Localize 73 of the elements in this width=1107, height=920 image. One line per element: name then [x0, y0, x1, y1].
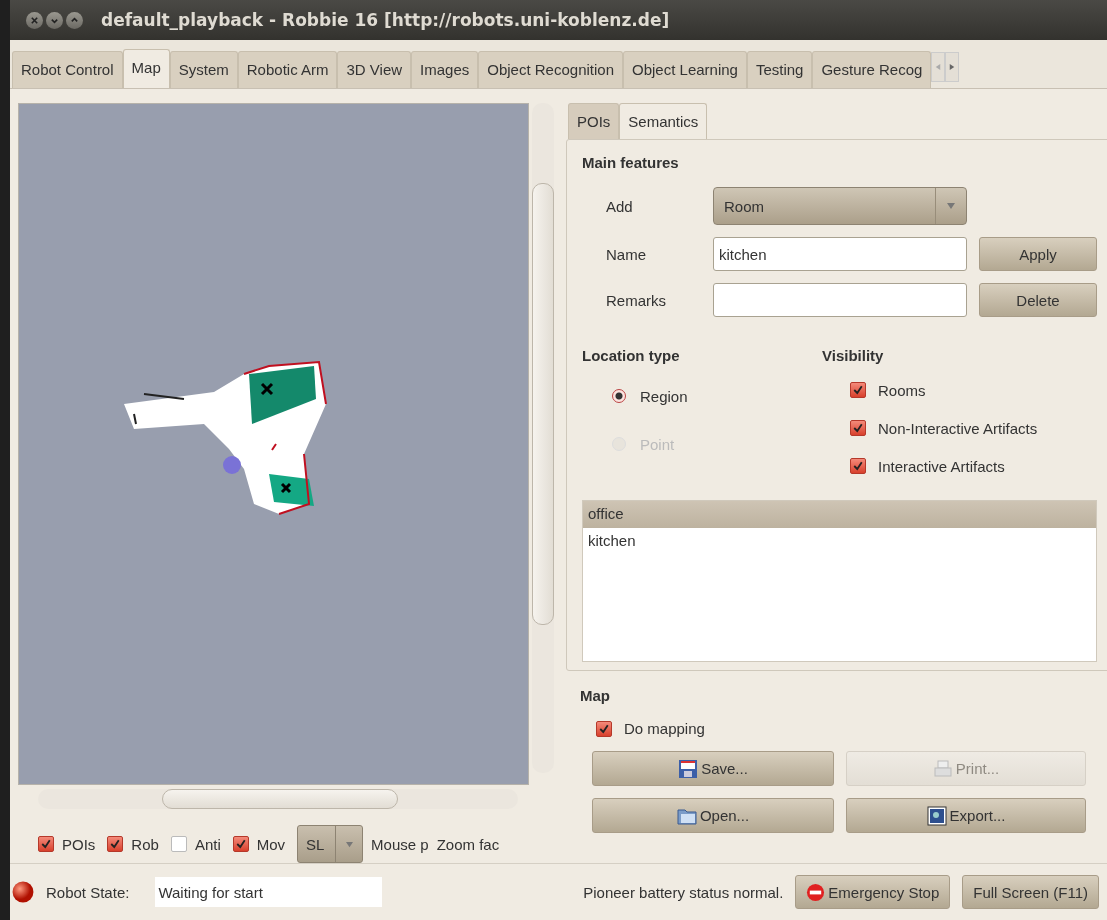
checkbox-label: Anti [194, 835, 221, 853]
caret-icon [344, 840, 354, 848]
window-title: default_playback - Robbie 16 [http://robots.uni-koblenz.de] [101, 10, 670, 30]
section-heading: Main features [582, 154, 680, 171]
checkbox[interactable] [38, 836, 54, 852]
tab[interactable]: Map [122, 49, 170, 88]
tab-scroll-right-button[interactable] [945, 52, 960, 82]
mouse-position-label: Mouse p [371, 835, 429, 853]
field-label: Name [606, 245, 647, 263]
export-button[interactable]: Export... [846, 798, 1086, 833]
tab[interactable]: 3D View [337, 51, 412, 88]
checkbox[interactable] [850, 420, 866, 436]
horizontal-scrollbar[interactable] [38, 789, 518, 809]
checkbox[interactable] [850, 382, 866, 398]
zoom-factor-label: Zoom fac [436, 835, 500, 853]
mode-dropdown[interactable]: SL [297, 825, 364, 863]
field-label: Add [606, 197, 634, 215]
delete-button[interactable]: Delete [979, 283, 1097, 317]
checkbox[interactable] [850, 458, 866, 474]
robot-state-field: Waiting for start [155, 877, 383, 907]
checkbox-label: POIs [62, 835, 96, 853]
field-label: Remarks [606, 291, 667, 309]
triangle-left-icon [935, 63, 942, 71]
name-input[interactable]: kitchen [713, 237, 967, 271]
triangle-right-icon [949, 63, 956, 71]
tab[interactable]: Gesture Recog [812, 51, 932, 88]
emergency-stop-button[interactable]: Emergency Stop [795, 875, 951, 909]
minimize-button[interactable] [46, 11, 63, 29]
printer-icon [932, 758, 953, 779]
checkbox[interactable] [232, 836, 249, 852]
chevron-up-icon [70, 15, 79, 25]
checkbox-label: Non-Interactive Artifacts [878, 419, 1038, 437]
checkbox[interactable] [596, 720, 612, 737]
battery-status-text: Pioneer battery status normal. [583, 883, 784, 901]
full-screen-button[interactable]: Full Screen (F11) [962, 875, 1099, 909]
stop-icon [806, 882, 826, 902]
tab[interactable]: Testing [746, 51, 813, 88]
open-button[interactable]: Open... [592, 798, 834, 833]
checkbox-label: Mov [256, 835, 286, 853]
section-heading: Map [580, 687, 611, 704]
apply-button[interactable]: Apply [979, 237, 1097, 271]
radio-label: Region [640, 387, 688, 405]
close-button[interactable] [26, 11, 43, 29]
type-dropdown[interactable]: Room [713, 187, 967, 225]
checkbox-label: Do mapping [624, 720, 705, 737]
checkbox-label: Rooms [878, 381, 926, 399]
status-light-icon [12, 881, 34, 903]
list-item[interactable]: kitchen [583, 528, 1096, 555]
save-button[interactable]: Save... [592, 751, 834, 786]
tab[interactable]: Robot Control [12, 51, 123, 88]
tab[interactable]: Robotic Arm [237, 51, 338, 88]
checkbox[interactable] [170, 836, 187, 852]
close-icon [30, 15, 39, 25]
tab[interactable]: POIs [568, 103, 620, 139]
checkbox-label: Rob [131, 835, 159, 853]
map-view[interactable] [18, 103, 529, 785]
tab[interactable]: Images [411, 51, 479, 88]
caret-icon [946, 202, 956, 210]
tab[interactable]: System [169, 51, 238, 88]
list-item[interactable]: office [583, 501, 1096, 528]
checkbox[interactable] [107, 836, 124, 852]
tab[interactable]: Object Learning [623, 51, 747, 88]
radio-button[interactable] [612, 389, 626, 403]
robot-state-label: Robot State: [46, 883, 130, 901]
maximize-button[interactable] [66, 11, 83, 29]
section-heading: Location type [582, 347, 681, 364]
vertical-scrollbar[interactable] [532, 103, 554, 773]
remarks-input[interactable] [713, 283, 967, 317]
checkbox-label: Interactive Artifacts [878, 457, 1005, 475]
tab[interactable]: Object Recognition [478, 51, 623, 88]
picture-icon [926, 805, 947, 826]
tab[interactable]: Semantics [619, 103, 708, 139]
section-heading: Visibility [822, 347, 885, 364]
